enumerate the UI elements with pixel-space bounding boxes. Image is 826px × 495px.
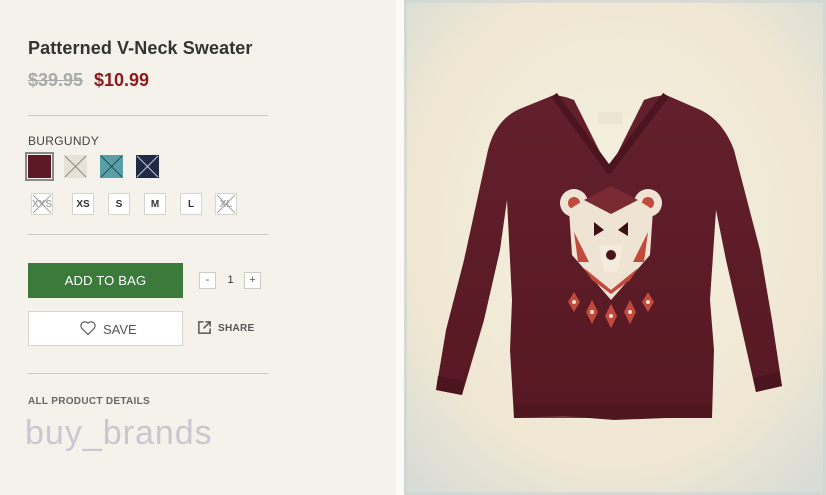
share-icon (198, 321, 211, 334)
size-label: L (187, 199, 195, 210)
sale-price: $10.99 (94, 70, 150, 90)
quantity-value[interactable]: 1 (222, 272, 239, 289)
size-s[interactable]: S (108, 193, 130, 215)
save-label: SAVE (103, 322, 137, 337)
product-image (404, 0, 826, 495)
quantity-decrease-button[interactable]: - (199, 272, 216, 289)
heart-icon (80, 321, 96, 336)
size-l[interactable]: L (180, 193, 202, 215)
selected-color-label: BURGUNDY (28, 134, 100, 148)
product-info-panel: Patterned V-Neck Sweater $39.95 $10.99 B… (0, 0, 396, 495)
divider (28, 234, 268, 235)
size-xxs[interactable]: XXS (31, 193, 53, 215)
share-label: SHARE (218, 323, 255, 334)
sweater-image (404, 0, 826, 495)
size-m[interactable]: M (144, 193, 166, 215)
original-price: $39.95 (28, 70, 84, 90)
bear-motif (560, 186, 662, 328)
size-label: M (150, 199, 160, 210)
size-label: S (115, 199, 123, 210)
divider (28, 373, 268, 374)
swatch-burgundy[interactable] (25, 152, 54, 181)
size-xs[interactable]: XS (72, 193, 94, 215)
unavailable-x-icon (100, 155, 123, 178)
quantity-increase-button[interactable]: + (244, 272, 261, 289)
panel-gutter (396, 0, 404, 495)
divider (28, 115, 268, 116)
size-label: XS (76, 199, 90, 210)
unavailable-x-icon (32, 194, 52, 214)
unavailable-x-icon (64, 155, 87, 178)
all-product-details-link[interactable]: ALL PRODUCT DETAILS (28, 396, 150, 407)
watermark-text: buy_brands (25, 414, 213, 452)
swatch-navy[interactable] (136, 155, 159, 178)
brand-label-tag (598, 112, 622, 124)
unavailable-x-icon (216, 194, 236, 214)
save-button[interactable]: SAVE (28, 311, 183, 346)
swatch-teal[interactable] (100, 155, 123, 178)
size-xl[interactable]: XL (215, 193, 237, 215)
add-to-bag-button[interactable]: ADD TO BAG (28, 263, 183, 298)
swatch-cream[interactable] (64, 155, 87, 178)
unavailable-x-icon (136, 155, 159, 178)
product-title: Patterned V-Neck Sweater (28, 38, 253, 58)
